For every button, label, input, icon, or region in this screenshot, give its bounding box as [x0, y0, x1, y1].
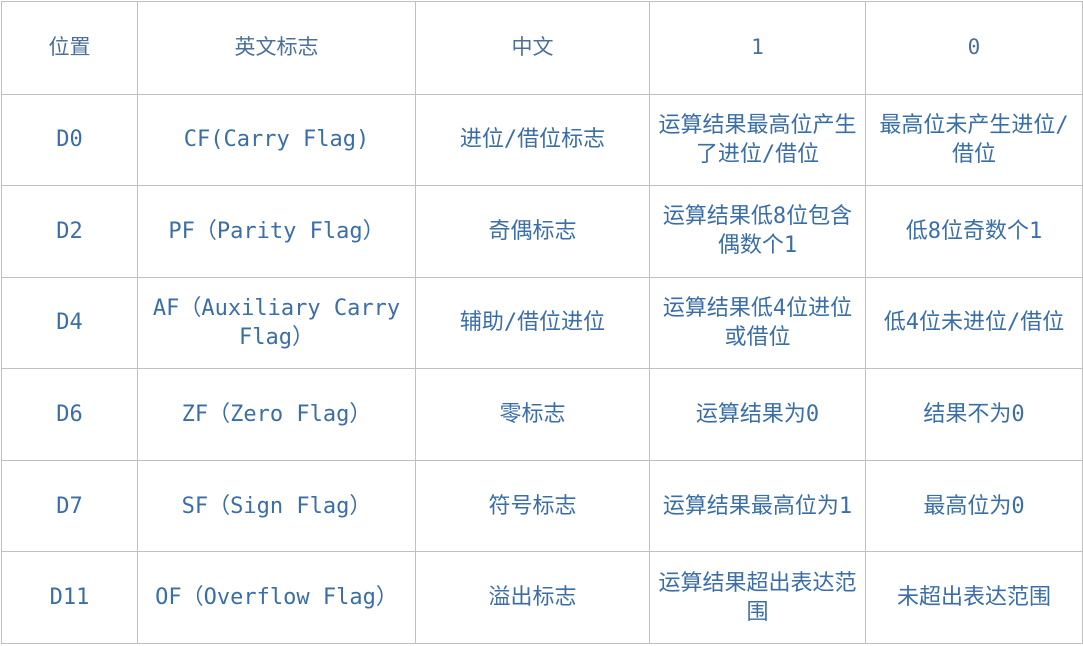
cell-english-flag: OF（Overflow Flag） [137, 551, 416, 644]
flags-table: 位置 英文标志 中文 1 0 D0 CF(Carry Flag) 进位/借位标志… [1, 1, 1083, 644]
table-header-row: 位置 英文标志 中文 1 0 [1, 1, 1083, 95]
cell-position: D4 [1, 276, 138, 370]
cell-english-flag: SF（Sign Flag） [137, 459, 416, 553]
cell-when-zero: 结果不为0 [865, 368, 1083, 461]
cell-when-one: 运算结果低4位进位或借位 [649, 276, 866, 370]
header-position: 位置 [1, 1, 138, 95]
header-value-one: 1 [649, 1, 866, 95]
cell-when-zero: 未超出表达范围 [865, 551, 1083, 644]
cell-english-flag: PF（Parity Flag） [137, 185, 416, 278]
table-row: D6 ZF（Zero Flag） 零标志 运算结果为0 结果不为0 [1, 368, 1083, 461]
table-row: D4 AF（Auxiliary Carry Flag） 辅助/借位进位 运算结果… [1, 276, 1083, 370]
cell-chinese: 进位/借位标志 [415, 93, 650, 187]
header-english-flag: 英文标志 [137, 1, 416, 95]
cell-when-one: 运算结果低8位包含偶数个1 [649, 185, 866, 278]
cell-position: D0 [1, 93, 138, 187]
cell-when-zero: 最高位为0 [865, 459, 1083, 553]
cell-when-zero: 最高位未产生进位/借位 [865, 93, 1083, 187]
cell-when-one: 运算结果最高位为1 [649, 459, 866, 553]
cell-position: D2 [1, 185, 138, 278]
cell-chinese: 符号标志 [415, 459, 650, 553]
table-row: D0 CF(Carry Flag) 进位/借位标志 运算结果最高位产生了进位/借… [1, 93, 1083, 187]
cell-english-flag: ZF（Zero Flag） [137, 368, 416, 461]
cell-when-one: 运算结果超出表达范围 [649, 551, 866, 644]
cell-english-flag: CF(Carry Flag) [137, 93, 416, 187]
cell-when-zero: 低8位奇数个1 [865, 185, 1083, 278]
cell-chinese: 溢出标志 [415, 551, 650, 644]
header-chinese: 中文 [415, 1, 650, 95]
cell-when-one: 运算结果最高位产生了进位/借位 [649, 93, 866, 187]
cell-chinese: 辅助/借位进位 [415, 276, 650, 370]
cell-position: D11 [1, 551, 138, 644]
cell-when-one: 运算结果为0 [649, 368, 866, 461]
table-row: D11 OF（Overflow Flag） 溢出标志 运算结果超出表达范围 未超… [1, 551, 1083, 644]
header-value-zero: 0 [865, 1, 1083, 95]
cell-position: D6 [1, 368, 138, 461]
cell-chinese: 奇偶标志 [415, 185, 650, 278]
cell-when-zero: 低4位未进位/借位 [865, 276, 1083, 370]
cell-english-flag: AF（Auxiliary Carry Flag） [137, 276, 416, 370]
cell-position: D7 [1, 459, 138, 553]
table-row: D2 PF（Parity Flag） 奇偶标志 运算结果低8位包含偶数个1 低8… [1, 185, 1083, 278]
table-row: D7 SF（Sign Flag） 符号标志 运算结果最高位为1 最高位为0 [1, 459, 1083, 553]
cell-chinese: 零标志 [415, 368, 650, 461]
